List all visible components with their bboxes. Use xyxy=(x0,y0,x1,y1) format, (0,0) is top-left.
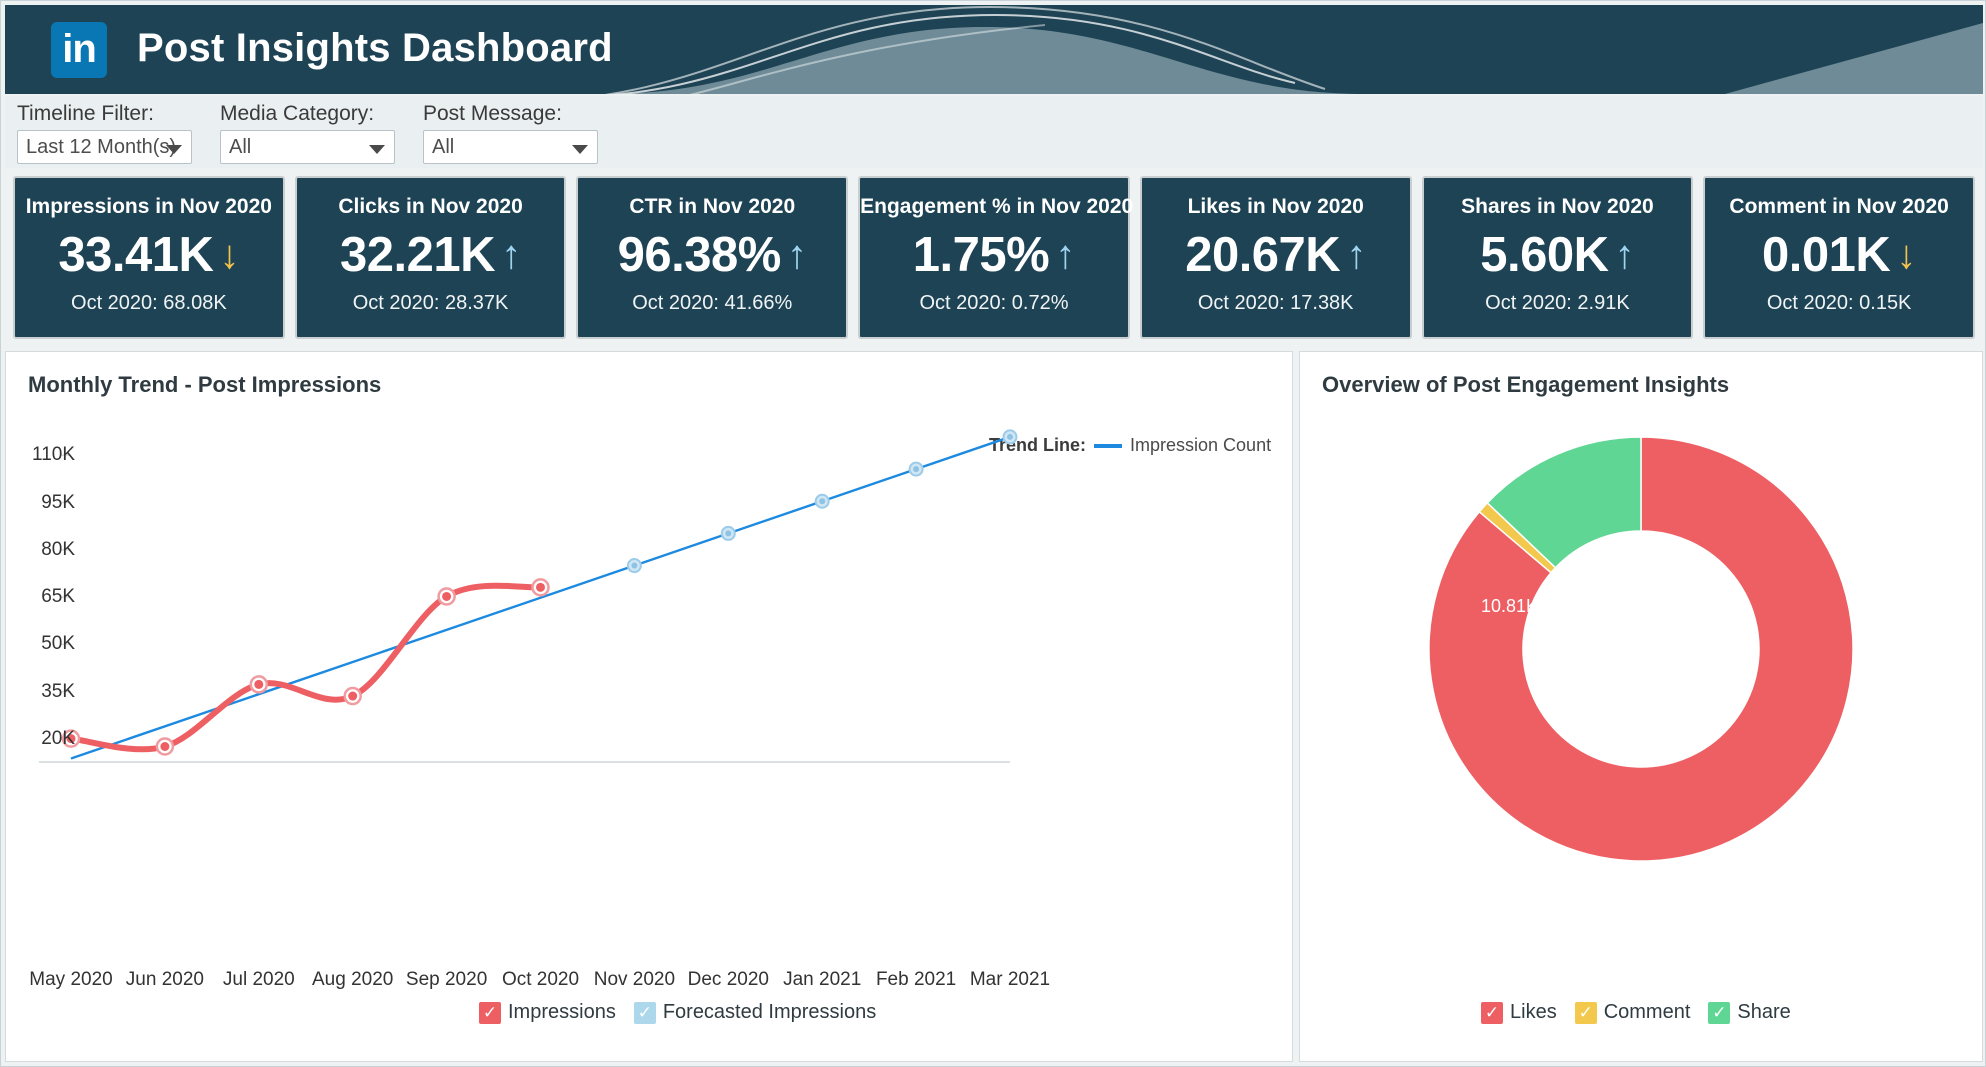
donut-chart-container: 10.81K (12.9%) 72.30K (86.2%) xyxy=(1299,351,1983,1062)
y-axis-tick-label: 50K xyxy=(41,633,75,655)
post-message-filter-group: Post Message: All xyxy=(423,102,598,164)
kpi-trend-down-arrow-icon: ↓ xyxy=(219,233,240,277)
donut-slice-label-likes: 72.30K (86.2%) xyxy=(1617,903,1743,923)
timeline-filter-select[interactable]: Last 12 Month(s) xyxy=(17,130,192,164)
legend-item[interactable]: ✓ Share xyxy=(1708,1001,1791,1024)
chevron-down-icon[interactable] xyxy=(369,145,385,154)
legend-checkbox-icon[interactable]: ✓ xyxy=(479,1001,501,1024)
line-chart-plot xyxy=(39,429,1018,763)
linkedin-logo-icon: in xyxy=(51,22,107,78)
kpi-value: 5.60K xyxy=(1480,228,1609,282)
timeline-filter-label: Timeline Filter: xyxy=(17,102,154,125)
kpi-previous-value: Oct 2020: 2.91K xyxy=(1485,292,1630,314)
legend-checkbox-icon[interactable]: ✓ xyxy=(633,1001,656,1024)
chevron-down-icon[interactable] xyxy=(166,145,182,154)
kpi-trend-down-arrow-icon: ↓ xyxy=(1896,233,1917,277)
y-axis-tick-label: 20K xyxy=(41,727,75,749)
kpi-title: Likes in Nov 2020 xyxy=(1187,195,1364,218)
media-category-filter-group: Media Category: All xyxy=(220,102,395,164)
y-axis-tick-label: 110K xyxy=(32,444,75,466)
legend-label: Impressions xyxy=(508,1001,616,1023)
app-header: in Post Insights Dashboard xyxy=(5,5,1983,94)
post-message-filter-label: Post Message: xyxy=(423,102,562,125)
kpi-value: 20.67K xyxy=(1185,228,1341,282)
kpi-title: Clicks in Nov 2020 xyxy=(338,195,523,218)
donut-slice-label-share: 10.81K (12.9%) xyxy=(1481,596,1607,616)
kpi-card[interactable]: Comment in Nov 2020 0.01K ↓ Oct 2020: 0.15K xyxy=(1703,176,1975,339)
media-category-filter-label: Media Category: xyxy=(220,102,375,125)
kpi-trend-up-arrow-icon: ↑ xyxy=(786,233,807,277)
kpi-title: CTR in Nov 2020 xyxy=(629,195,796,218)
legend-label: Forecasted Impressions xyxy=(662,1001,877,1023)
timeline-filter-value: Last 12 Month(s) xyxy=(26,136,177,158)
y-axis-tick-label: 65K xyxy=(41,586,75,608)
donut-chart-legend: ✓ Likes ✓ Comment ✓ Share xyxy=(1481,1001,1791,1024)
legend-item[interactable]: ✓ Forecasted Impressions xyxy=(633,1001,877,1024)
kpi-trend-up-arrow-icon: ↑ xyxy=(1346,233,1367,277)
media-category-filter-select[interactable]: All xyxy=(220,130,395,164)
kpi-previous-value: Oct 2020: 0.72% xyxy=(919,292,1069,314)
kpi-value-row: 32.21K ↑ xyxy=(297,227,565,283)
y-axis-tick-label: 80K xyxy=(41,538,75,560)
kpi-card[interactable]: Engagement % in Nov 2020 1.75% ↑ Oct 2020: … xyxy=(858,176,1134,339)
kpi-trend-up-arrow-icon: ↑ xyxy=(501,233,522,277)
timeline-filter-group: Timeline Filter: Last 12 Month(s) xyxy=(17,102,192,164)
kpi-value-row: 20.67K ↑ xyxy=(1142,227,1410,283)
kpi-trend-up-arrow-icon: ↑ xyxy=(1055,233,1076,277)
y-axis-tick-label: 35K xyxy=(41,680,75,702)
dashboard-root: in Post Insights Dashboard Timeline Filt… xyxy=(0,0,1986,1067)
line-chart-legend: ✓ Impressions ✓ Forecasted Impressions xyxy=(479,1001,876,1024)
kpi-title: Impressions in Nov 2020 xyxy=(25,195,272,218)
filter-bar: Timeline Filter: Last 12 Month(s) Media … xyxy=(5,96,1983,168)
kpi-card[interactable]: CTR in Nov 2020 96.38% ↑ Oct 2020: 41.66% xyxy=(576,176,849,339)
kpi-value-row: 33.41K ↓ xyxy=(15,227,283,283)
y-axis-tick-label: 95K xyxy=(41,491,75,513)
kpi-title: Engagement % in Nov 2020 xyxy=(860,195,1134,218)
kpi-value-row: 0.01K ↓ xyxy=(1705,227,1973,283)
legend-checkbox-icon[interactable]: ✓ xyxy=(1708,1001,1731,1024)
kpi-previous-value: Oct 2020: 68.08K xyxy=(71,292,227,314)
kpi-value-row: 96.38% ↑ xyxy=(578,227,846,283)
kpi-value: 0.01K xyxy=(1762,228,1891,282)
kpi-card[interactable]: Likes in Nov 2020 20.67K ↑ Oct 2020: 17.38K xyxy=(1139,176,1412,339)
legend-item[interactable]: ✓ Impressions xyxy=(479,1001,616,1024)
post-message-filter-value: All xyxy=(432,136,455,158)
kpi-title: Shares in Nov 2020 xyxy=(1461,195,1654,218)
kpi-value: 33.41K xyxy=(58,228,214,282)
kpi-value-row: 1.75% ↑ xyxy=(860,227,1128,283)
x-axis-tick-label: Mar 2021 xyxy=(969,969,1051,990)
kpi-previous-value: Oct 2020: 17.38K xyxy=(1197,292,1354,314)
legend-label: Likes xyxy=(1510,1001,1557,1023)
kpi-previous-value: Oct 2020: 28.37K xyxy=(352,292,509,314)
kpi-value: 32.21K xyxy=(340,228,496,282)
post-message-filter-select[interactable]: All xyxy=(423,130,598,164)
page-title: Post Insights Dashboard xyxy=(137,26,613,70)
chevron-down-icon[interactable] xyxy=(572,145,588,154)
kpi-card[interactable]: Impressions in Nov 2020 33.41K ↓ Oct 2020: … xyxy=(13,176,285,339)
kpi-value: 1.75% xyxy=(912,228,1050,282)
legend-label: Share xyxy=(1737,1001,1791,1023)
kpi-card-row: Impressions in Nov 2020 33.41K ↓ Oct 2020: … xyxy=(5,176,1983,341)
kpi-card[interactable]: Shares in Nov 2020 5.60K ↑ Oct 2020: 2.91K xyxy=(1421,176,1694,339)
kpi-previous-value: Oct 2020: 41.66% xyxy=(632,292,793,314)
kpi-previous-value: Oct 2020: 0.15K xyxy=(1766,292,1912,314)
legend-checkbox-icon[interactable]: ✓ xyxy=(1481,1001,1503,1024)
legend-item[interactable]: ✓ Likes xyxy=(1481,1001,1557,1024)
legend-item[interactable]: ✓ Comment xyxy=(1574,1001,1691,1024)
media-category-filter-value: All xyxy=(229,136,252,158)
kpi-value-row: 5.60K ↑ xyxy=(1424,227,1692,283)
kpi-card[interactable]: Clicks in Nov 2020 32.21K ↑ Oct 2020: 28.37… xyxy=(294,176,567,339)
kpi-value: 96.38% xyxy=(617,228,782,282)
legend-label: Comment xyxy=(1603,1001,1691,1023)
kpi-trend-up-arrow-icon: ↑ xyxy=(1614,233,1635,277)
legend-checkbox-icon[interactable]: ✓ xyxy=(1574,1001,1597,1024)
kpi-title: Comment in Nov 2020 xyxy=(1729,195,1949,218)
